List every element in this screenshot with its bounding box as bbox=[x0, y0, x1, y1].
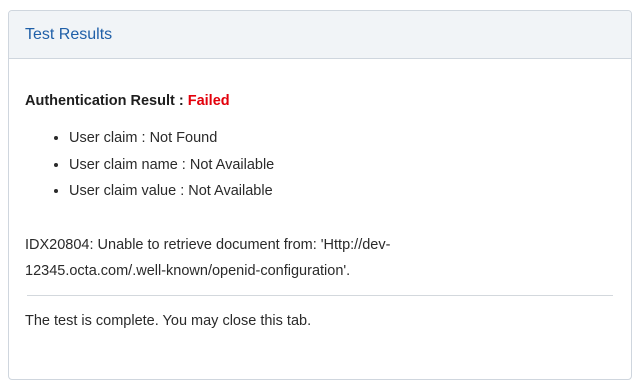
error-message: IDX20804: Unable to retrieve document fr… bbox=[25, 236, 391, 279]
divider bbox=[27, 294, 613, 296]
authentication-result: Authentication Result : Failed bbox=[25, 93, 615, 109]
completion-message: The test is complete. You may close this… bbox=[25, 312, 312, 329]
authentication-status: Failed bbox=[187, 93, 230, 109]
authentication-result-label: Authentication Result : bbox=[25, 93, 184, 109]
panel-body: Authentication Result : Failed User clai… bbox=[9, 93, 631, 329]
claims-list: User claim : Not Found User claim name :… bbox=[25, 125, 615, 205]
test-results-panel: Test Results Authentication Result : Fai… bbox=[8, 10, 632, 380]
list-item: User claim : Not Found bbox=[69, 125, 615, 152]
list-item: User claim name : Not Available bbox=[69, 152, 615, 179]
list-item: User claim value : Not Available bbox=[69, 178, 615, 205]
panel-header: Test Results bbox=[9, 11, 631, 59]
panel-title: Test Results bbox=[25, 25, 113, 43]
